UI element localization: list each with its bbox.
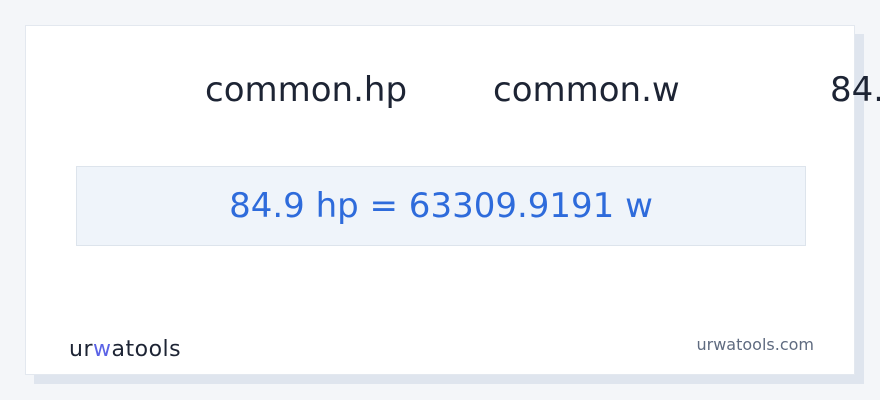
logo-accent: w <box>93 337 112 362</box>
page: common.hp common.w 84. 84.9 hp = 63309.9… <box>0 0 880 400</box>
converter-card: common.hp common.w 84. 84.9 hp = 63309.9… <box>25 25 880 375</box>
logo-prefix: ur <box>69 337 93 362</box>
logo-suffix: atools <box>111 337 182 362</box>
conversion-result: 84.9 hp = 63309.9191 w <box>229 186 653 226</box>
unit-row: common.hp common.w 84. <box>26 70 880 114</box>
urwatools-logo: urwatools <box>69 337 181 363</box>
result-box: 84.9 hp = 63309.9191 w <box>76 166 806 246</box>
to-unit-label: common.w <box>493 70 680 110</box>
input-value: 84. <box>830 70 880 110</box>
from-unit-label: common.hp <box>205 70 408 110</box>
site-url: urwatools.com <box>696 335 815 354</box>
